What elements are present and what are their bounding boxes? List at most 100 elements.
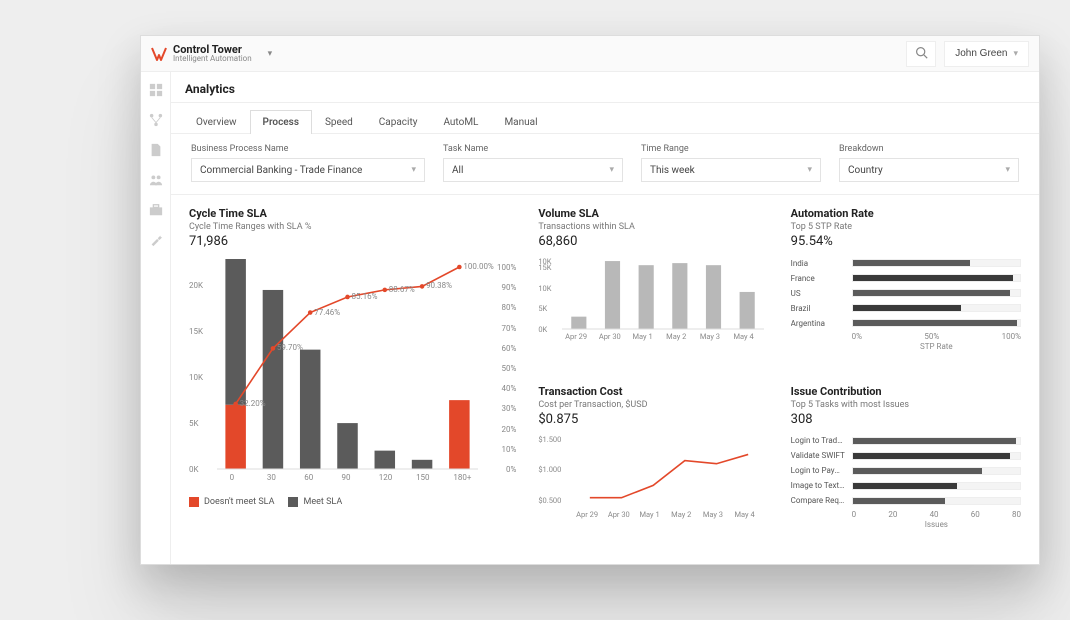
hbar-track: [852, 482, 1021, 490]
hbar-label: Argentina: [791, 319, 846, 328]
hbar-label: India: [791, 259, 846, 268]
hbar-fill: [853, 453, 1010, 459]
hbar-track: [852, 437, 1021, 445]
tab-process[interactable]: Process: [250, 110, 312, 134]
hbar-row: Brazil: [791, 302, 1021, 314]
app-window: Control Tower Intelligent Automation ▾ J…: [140, 35, 1040, 565]
axis-tick: 50%: [924, 332, 939, 341]
user-menu-button[interactable]: John Green ▾: [944, 41, 1029, 67]
card-subtitle: Transactions within SLA: [538, 222, 768, 232]
select-value: All: [452, 165, 463, 176]
filter-label: Task Name: [443, 144, 623, 154]
hbar-label: Validate SWIFT: [791, 451, 846, 460]
tab-capacity[interactable]: Capacity: [366, 110, 431, 134]
hbar-track: [852, 304, 1021, 312]
chevron-down-icon: ▾: [1005, 165, 1010, 175]
chevron-down-icon[interactable]: ▾: [268, 49, 273, 59]
card-volume-sla: Volume SLA Transactions within SLA 68,86…: [538, 207, 768, 375]
hbar-fill: [853, 305, 962, 311]
volume-chart: 0K5K10K15K10KApr 29Apr 30May 1May 2May 3…: [538, 255, 768, 345]
hbar-fill: [853, 468, 983, 474]
hbar-fill: [853, 483, 958, 489]
card-automation-rate: Automation Rate Top 5 STP Rate 95.54% In…: [791, 207, 1021, 375]
card-issue-contribution: Issue Contribution Top 5 Tasks with most…: [791, 385, 1021, 553]
sidebar: [141, 72, 171, 564]
tab-bar: Overview Process Speed Capacity AutoML M…: [171, 103, 1039, 134]
hbar-track: [852, 274, 1021, 282]
dashboard-icon[interactable]: [148, 82, 164, 98]
automation-chart: India France US Brazil: [791, 257, 1021, 329]
axis-tick: 0%: [852, 332, 862, 341]
topbar: Control Tower Intelligent Automation ▾ J…: [141, 36, 1039, 72]
axis-tick: 0: [852, 510, 857, 519]
card-metric: 68,860: [538, 234, 768, 249]
filter-task-name: Task Name All ▾: [443, 144, 623, 182]
briefcase-icon[interactable]: [148, 202, 164, 218]
automation-axis: 0% 50% 100%: [852, 332, 1021, 341]
cycle-time-chart: 0K5K10K15K20K0%10%20%30%40%50%60%70%80%9…: [189, 259, 516, 489]
card-subtitle: Top 5 Tasks with most Issues: [791, 400, 1021, 410]
hbar-row: Validate SWIFT: [791, 450, 1021, 462]
card-metric: 95.54%: [791, 234, 1021, 249]
card-metric: 71,986: [189, 234, 516, 249]
brand-logo-icon: [151, 46, 167, 62]
filter-label: Time Range: [641, 144, 821, 154]
hbar-label: Brazil: [791, 304, 846, 313]
hbar-row: Compare Reques..: [791, 495, 1021, 507]
select-value: Country: [848, 165, 883, 176]
axis-tick: 40: [930, 510, 939, 519]
legend-label: Meet SLA: [303, 497, 342, 507]
brand[interactable]: Control Tower Intelligent Automation ▾: [151, 44, 272, 64]
wrench-icon[interactable]: [148, 232, 164, 248]
tab-automl[interactable]: AutoML: [430, 110, 491, 134]
card-title: Issue Contribution: [791, 385, 1021, 398]
swatch-pass-icon: [288, 497, 298, 507]
hbar-fill: [853, 290, 1010, 296]
hbar-row: Image to Text via..: [791, 480, 1021, 492]
search-icon: [915, 46, 928, 62]
users-icon[interactable]: [148, 172, 164, 188]
hbar-track: [852, 467, 1021, 475]
content-area: Analytics Overview Process Speed Capacit…: [171, 72, 1039, 564]
card-transaction-cost: Transaction Cost Cost per Transaction, $…: [538, 385, 768, 553]
tree-icon[interactable]: [148, 112, 164, 128]
filter-bar: Business Process Name Commercial Banking…: [171, 134, 1039, 195]
hbar-label: Login to Trade Fi..: [791, 436, 846, 445]
search-button[interactable]: [906, 41, 936, 67]
tab-overview[interactable]: Overview: [183, 110, 250, 134]
hbar-fill: [853, 260, 970, 266]
hbar-label: Image to Text via..: [791, 481, 846, 490]
filter-label: Breakdown: [839, 144, 1019, 154]
hbar-row: India: [791, 257, 1021, 269]
card-title: Transaction Cost: [538, 385, 768, 398]
select-task-name[interactable]: All ▾: [443, 158, 623, 182]
dashboard-grid: Cycle Time SLA Cycle Time Ranges with SL…: [171, 195, 1039, 564]
issues-chart: Login to Trade Fi.. Validate SWIFT Login…: [791, 435, 1021, 507]
hbar-fill: [853, 498, 945, 504]
select-time-range[interactable]: This week ▾: [641, 158, 821, 182]
swatch-fail-icon: [189, 497, 199, 507]
axis-label: STP Rate: [852, 342, 1021, 351]
card-title: Automation Rate: [791, 207, 1021, 220]
hbar-row: US: [791, 287, 1021, 299]
hbar-track: [852, 319, 1021, 327]
hbar-fill: [853, 320, 1017, 326]
hbar-label: US: [791, 289, 846, 298]
hbar-track: [852, 289, 1021, 297]
hbar-label: Login to Payment..: [791, 466, 846, 475]
card-title: Cycle Time SLA: [189, 207, 516, 220]
filter-business-process: Business Process Name Commercial Banking…: [191, 144, 425, 182]
tab-speed[interactable]: Speed: [312, 110, 366, 134]
axis-tick: 80: [1012, 510, 1021, 519]
select-business-process[interactable]: Commercial Banking - Trade Finance ▾: [191, 158, 425, 182]
user-name: John Green: [955, 48, 1007, 59]
select-breakdown[interactable]: Country ▾: [839, 158, 1019, 182]
axis-tick: 60: [971, 510, 980, 519]
tab-manual[interactable]: Manual: [491, 110, 550, 134]
content-header: Analytics: [171, 72, 1039, 103]
card-metric: $0.875: [538, 412, 768, 427]
document-icon[interactable]: [148, 142, 164, 158]
card-subtitle: Top 5 STP Rate: [791, 222, 1021, 232]
hbar-label: Compare Reques..: [791, 496, 846, 505]
filter-label: Business Process Name: [191, 144, 425, 154]
